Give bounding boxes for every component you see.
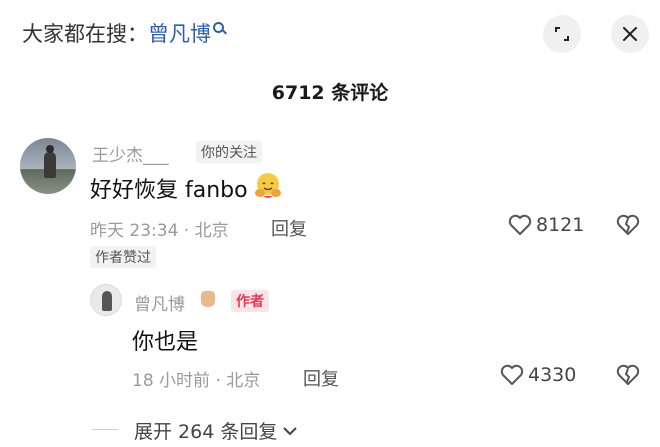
divider <box>92 429 118 430</box>
search-keyword[interactable]: 曾凡博 <box>148 22 211 46</box>
comments-count-title: 6712 条评论 <box>271 82 389 104</box>
following-badge: 你的关注 <box>196 141 262 163</box>
comment-username[interactable]: 王少杰___ <box>92 141 169 166</box>
hugging-face-emoji <box>255 173 281 198</box>
expand-replies-button[interactable]: 展开 264 条回复 <box>134 417 299 444</box>
like-button[interactable]: 4330 <box>500 364 576 386</box>
broken-heart-icon <box>616 214 640 235</box>
like-count: 8121 <box>536 214 585 236</box>
comment-meta: 昨天 23:34 · 北京 <box>90 221 229 241</box>
reply-text: 你也是 <box>132 330 199 355</box>
heart-icon <box>500 364 524 385</box>
reply-username[interactable]: 曾凡博 <box>134 290 185 315</box>
expand-replies-label: 展开 264 条回复 <box>134 421 278 443</box>
hand-emoji <box>201 288 215 309</box>
search-prefix: 大家都在搜： <box>22 22 148 46</box>
close-icon <box>623 27 637 41</box>
search-suggestion[interactable]: 大家都在搜：曾凡博 <box>22 18 224 48</box>
top-bar: 大家都在搜：曾凡博 <box>0 0 660 68</box>
author-liked-badge: 作者赞过 <box>90 246 156 268</box>
expand-button[interactable] <box>543 15 581 53</box>
expand-corners-icon <box>555 27 569 41</box>
dislike-button[interactable] <box>616 214 640 240</box>
comment-text: 好好恢复 fanbo <box>90 178 248 203</box>
magnifier-icon <box>213 22 224 33</box>
reply-button[interactable]: 回复 <box>303 365 339 391</box>
reply-button[interactable]: 回复 <box>271 215 307 241</box>
like-count: 4330 <box>528 364 577 386</box>
chevron-down-icon <box>283 426 298 435</box>
reply-meta: 18 小时前 · 北京 <box>132 371 261 391</box>
avatar[interactable] <box>90 284 122 316</box>
broken-heart-icon <box>616 364 640 385</box>
author-badge: 作者 <box>231 290 269 312</box>
avatar[interactable] <box>20 138 76 194</box>
dislike-button[interactable] <box>616 364 640 390</box>
like-button[interactable]: 8121 <box>508 214 584 236</box>
close-button[interactable] <box>611 15 649 53</box>
heart-icon <box>508 214 532 235</box>
